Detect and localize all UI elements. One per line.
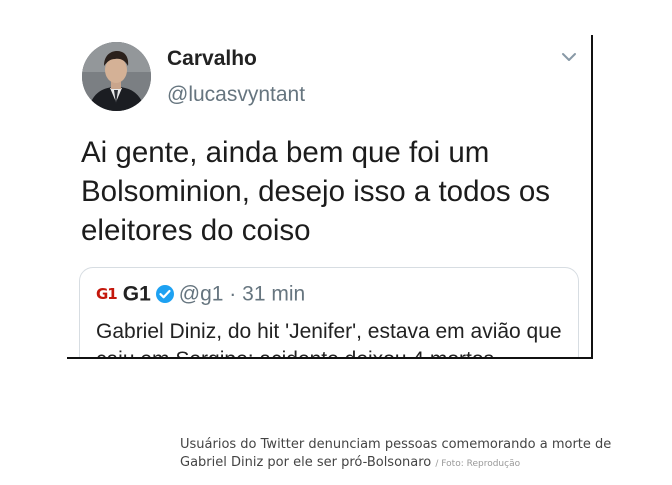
quoted-tweet-text: Gabriel Diniz, do hit 'Jenifer', estava … [96, 320, 562, 359]
separator-dot: · [229, 282, 237, 306]
quoted-tweet-header: G1 G1 @g1 · 31 min [96, 282, 305, 308]
user-handle[interactable]: @lucasvyntant [167, 83, 305, 107]
caption-text: Usuários do Twitter denunciam pessoas co… [180, 437, 612, 470]
chevron-down-icon[interactable] [561, 51, 577, 63]
quoted-tweet[interactable]: G1 G1 @g1 · 31 min Gabriel Diniz, do hit … [79, 267, 579, 359]
crop-border-bottom [67, 357, 593, 359]
photo-credit: / Foto: Reprodução [435, 459, 521, 469]
quoted-display-name[interactable]: G1 [123, 282, 151, 305]
avatar[interactable] [82, 42, 151, 111]
image-caption: Usuários do Twitter denunciam pessoas co… [180, 436, 650, 473]
tweet-card: Carvalho @lucasvyntant Ai gente, ainda b… [67, 35, 592, 359]
display-name[interactable]: Carvalho [167, 47, 257, 71]
verified-badge-icon [155, 285, 174, 304]
quoted-timestamp[interactable]: 31 min [242, 282, 305, 305]
g1-logo: G1 [96, 285, 118, 304]
avatar-photo [82, 42, 151, 111]
quoted-handle[interactable]: @g1 [179, 282, 224, 305]
tweet-text: Ai gente, ainda bem que foi um Bolsomini… [81, 136, 550, 247]
crop-border-right [591, 35, 593, 359]
